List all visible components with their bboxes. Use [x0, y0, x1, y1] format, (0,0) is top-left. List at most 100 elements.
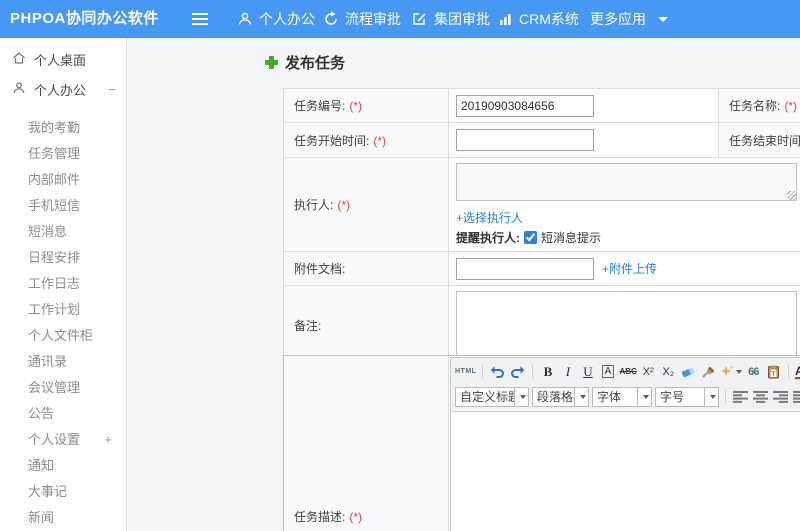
sidebar-item-attendance[interactable]: 我的考勤 — [0, 115, 126, 141]
rich-text-editor: HTML B I U A ABC X² X₂ 66 T A 自定义标 段落格 字… — [449, 356, 800, 531]
custom-title-select[interactable]: 自定义标题 — [455, 386, 529, 407]
expand-icon[interactable]: + — [104, 427, 112, 453]
italic-button[interactable]: I — [559, 363, 576, 381]
nav-process-approval[interactable]: 流程审批 — [323, 0, 401, 38]
table-row: 附件文档: +附件上传 — [283, 251, 800, 286]
task-description-row: 任务描述: (*) HTML B I U A ABC X² X₂ 66 T A … — [283, 355, 800, 531]
table-row: 任务开始时间:(*) 任务结束时间:(*) — [283, 122, 800, 158]
required-mark: (*) — [373, 133, 387, 148]
editor-content-area[interactable] — [451, 412, 800, 531]
blockquote-button[interactable]: 66 — [745, 363, 762, 381]
caret-down-icon — [514, 387, 528, 406]
subscript-button[interactable]: X₂ — [660, 363, 677, 381]
task-description-label: 任务描述: (*) — [284, 356, 449, 531]
sidebar-item-personal-office[interactable]: 个人办公 − — [0, 74, 126, 104]
remark-label: 备注: — [283, 285, 449, 366]
attachment-upload-link[interactable]: +附件上传 — [602, 260, 657, 277]
attachment-input[interactable] — [456, 257, 594, 280]
start-time-input[interactable] — [456, 129, 594, 151]
caret-down-icon — [735, 369, 742, 374]
sms-remind-checkbox[interactable] — [524, 231, 537, 244]
sidebar-submenu: 我的考勤 任务管理 内部邮件 手机短信 短消息 日程安排 工作日志 工作计划 个… — [0, 115, 126, 531]
table-row: 执行人: (*) +选择执行人 提醒执行人: 短消息提示 — [283, 157, 800, 252]
sidebar-item-file-cabinet[interactable]: 个人文件柜 — [0, 323, 126, 349]
caret-down-icon — [704, 387, 718, 406]
start-time-label: 任务开始时间: (*) — [283, 122, 449, 158]
nav-personal-office[interactable]: 个人办公 — [237, 0, 315, 38]
required-mark: (*) — [337, 198, 351, 212]
bar-chart-icon — [497, 11, 513, 27]
strikethrough-button[interactable]: ABC — [619, 363, 636, 381]
task-no-input[interactable] — [456, 94, 594, 117]
remove-format-eraser-icon[interactable] — [680, 363, 697, 381]
sidebar-item-task-management[interactable]: 任务管理 — [0, 141, 126, 167]
sidebar: 个人桌面 个人办公 − 我的考勤 任务管理 内部邮件 手机短信 短消息 日程安排… — [0, 38, 127, 531]
top-bar: PHPOA协同办公软件 个人办公 流程审批 集团审批 CRM系统 更多应用 — [0, 0, 800, 38]
redo-button[interactable] — [509, 363, 526, 381]
home-icon — [12, 51, 26, 68]
edit-square-icon — [412, 11, 428, 27]
editor-toolbar: HTML B I U A ABC X² X₂ 66 T A 自定义标 段落格 字… — [451, 358, 800, 412]
publish-task-form: 任务编号:(*) 任务名称:(*) 任务开始时间:(*) 任务结束时间:(*) … — [283, 88, 800, 366]
add-icon — [265, 56, 278, 69]
font-family-select[interactable]: 字体 — [592, 386, 652, 407]
sidebar-item-contacts[interactable]: 通讯录 — [0, 349, 126, 375]
resize-handle[interactable] — [787, 191, 796, 200]
font-style-button[interactable]: A — [599, 363, 616, 381]
sidebar-item-personal-desktop[interactable]: 个人桌面 — [0, 44, 126, 74]
attachment-label: 附件文档: — [283, 251, 449, 286]
superscript-button[interactable]: X² — [640, 363, 657, 381]
sidebar-item-notice[interactable]: 通知 — [0, 453, 126, 479]
user-icon — [12, 81, 26, 98]
menu-toggle-icon[interactable] — [192, 13, 208, 25]
sidebar-item-schedule[interactable]: 日程安排 — [0, 245, 126, 271]
paste-from-word-icon[interactable]: T — [765, 363, 782, 381]
executor-textarea[interactable] — [456, 163, 797, 201]
sidebar-item-personal-settings[interactable]: 个人设置 + — [0, 427, 126, 453]
collapse-icon[interactable]: − — [108, 82, 116, 97]
sidebar-item-news[interactable]: 新闻 — [0, 505, 126, 531]
caret-down-icon — [658, 16, 668, 22]
font-color-button[interactable]: A — [794, 363, 800, 381]
align-center-icon[interactable] — [752, 388, 769, 406]
sidebar-item-short-message[interactable]: 短消息 — [0, 219, 126, 245]
align-justify-icon[interactable] — [792, 388, 800, 406]
nav-more-apps[interactable]: 更多应用 — [590, 0, 668, 38]
remark-textarea[interactable] — [456, 291, 797, 357]
sidebar-item-internal-mail[interactable]: 内部邮件 — [0, 167, 126, 193]
sidebar-item-meeting-management[interactable]: 会议管理 — [0, 375, 126, 401]
source-code-button[interactable]: HTML — [455, 363, 476, 381]
sidebar-item-milestones[interactable]: 大事记 — [0, 479, 126, 505]
user-icon — [237, 11, 253, 27]
table-row: 任务编号:(*) 任务名称:(*) — [283, 88, 800, 123]
remind-executor-label: 提醒执行人: — [456, 231, 520, 245]
sidebar-item-sms[interactable]: 手机短信 — [0, 193, 126, 219]
table-row: 备注: — [283, 285, 800, 366]
underline-button[interactable]: U — [579, 363, 596, 381]
sidebar-item-work-log[interactable]: 工作日志 — [0, 271, 126, 297]
task-no-label: 任务编号: (*) — [283, 88, 449, 123]
nav-group-approval[interactable]: 集团审批 — [412, 0, 490, 38]
app-window: PHPOA协同办公软件 个人办公 流程审批 集团审批 CRM系统 更多应用 个人… — [0, 0, 800, 531]
bold-button[interactable]: B — [539, 363, 556, 381]
task-name-label: 任务名称: (*) — [718, 88, 800, 123]
choose-executor-link[interactable]: +选择执行人 — [456, 211, 523, 225]
nav-crm-system[interactable]: CRM系统 — [497, 0, 579, 38]
app-logo: PHPOA协同办公软件 — [10, 10, 159, 27]
required-mark: (*) — [349, 99, 363, 113]
svg-text:T: T — [771, 370, 775, 377]
caret-down-icon — [574, 387, 588, 406]
sidebar-item-work-plan[interactable]: 工作计划 — [0, 297, 126, 323]
font-size-select[interactable]: 字号 — [655, 386, 719, 407]
sidebar-item-announcement[interactable]: 公告 — [0, 401, 126, 427]
page-title: 发布任务 — [265, 52, 345, 73]
align-left-icon[interactable] — [732, 388, 749, 406]
format-painter-brush-icon[interactable] — [700, 363, 717, 381]
align-right-icon[interactable] — [772, 388, 789, 406]
required-mark: (*) — [349, 510, 363, 524]
undo-button[interactable] — [489, 363, 506, 381]
paragraph-format-select[interactable]: 段落格式 — [532, 386, 589, 407]
sms-remind-option-label: 短消息提示 — [541, 231, 602, 245]
main-content: 发布任务 任务编号:(*) 任务名称:(*) 任务开始时间:(*) 任务结束时间… — [128, 38, 800, 531]
auto-typeset-wand-icon[interactable] — [720, 363, 742, 381]
